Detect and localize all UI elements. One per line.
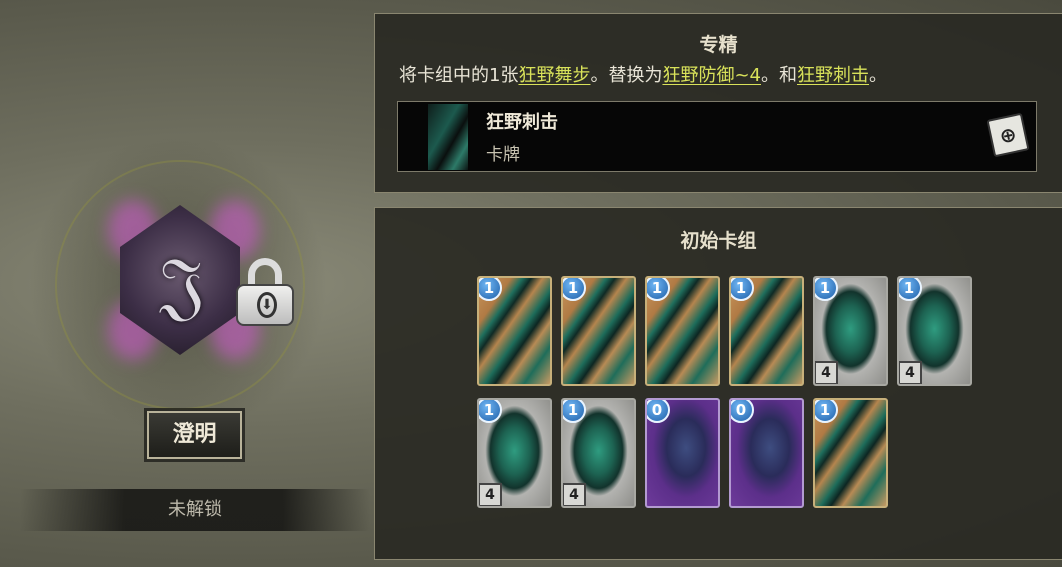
card-cost-badge: 1 — [815, 400, 838, 423]
mastery-title: 专精 — [699, 34, 738, 56]
card-cost-badge: 0 — [731, 400, 754, 423]
card-cost-badge: 1 — [647, 278, 670, 301]
reward-card-type: 卡牌 — [486, 145, 520, 165]
deck-card[interactable]: 14 — [897, 276, 972, 386]
deck-card[interactable]: 14 — [561, 398, 636, 508]
starting-deck-panel: 初始卡组 111114141414001 — [374, 207, 1062, 560]
deck-card[interactable]: 0 — [645, 398, 720, 508]
card-cost-badge: 1 — [479, 400, 502, 423]
deck-card[interactable]: 0 — [729, 398, 804, 508]
keyword-link[interactable]: 狂野舞步 — [518, 65, 590, 86]
deck-card[interactable]: 1 — [813, 398, 888, 508]
padlock-icon: ⬇ — [236, 258, 294, 326]
card-block-badge: 4 — [479, 483, 502, 506]
deck-card[interactable]: 14 — [813, 276, 888, 386]
deck-card[interactable]: 1 — [477, 276, 552, 386]
card-cost-badge: 0 — [647, 400, 670, 423]
mastery-panel: 专精 将卡组中的1张狂野舞步。替换为狂野防御~4。和狂野刺击。 狂野刺击 卡牌 … — [374, 13, 1062, 193]
deck-card[interactable]: 1 — [645, 276, 720, 386]
desc-text: 将卡组中的1张 — [399, 65, 519, 86]
deck-card[interactable]: 1 — [729, 276, 804, 386]
keyword-link[interactable]: 狂野防御~4 — [662, 65, 761, 86]
character-name: 澄明 — [147, 411, 242, 459]
deck-card[interactable]: 1 — [561, 276, 636, 386]
card-block-badge: 4 — [563, 483, 586, 506]
keyword-link[interactable]: 狂野刺击 — [797, 65, 869, 86]
card-thumbnail — [428, 104, 468, 170]
deck-title: 初始卡组 — [680, 230, 757, 252]
card-cost-badge: 1 — [815, 278, 838, 301]
deck-card[interactable]: 14 — [477, 398, 552, 508]
mastery-description: 将卡组中的1张狂野舞步。替换为狂野防御~4。和狂野刺击。 — [399, 61, 1062, 87]
reward-card-name: 狂野刺击 — [486, 112, 558, 133]
card-cost-badge: 1 — [899, 278, 922, 301]
card-cost-badge: 1 — [731, 278, 754, 301]
card-block-badge: 4 — [899, 361, 922, 384]
desc-text: 。和 — [761, 65, 797, 86]
card-block-badge: 4 — [815, 361, 838, 384]
character-pane: 𝔍 ⬇ 澄明 未解锁 — [0, 0, 372, 567]
emblem-glyph-icon: 𝔍 — [159, 242, 205, 328]
card-cost-badge: 1 — [563, 278, 586, 301]
desc-text: 。替换为 — [590, 65, 663, 86]
desc-text: 。 — [869, 65, 887, 86]
magnify-card-icon[interactable]: ⊕ — [986, 112, 1030, 158]
reward-card-row[interactable]: 狂野刺击 卡牌 ⊕ — [397, 101, 1037, 172]
card-cost-badge: 1 — [479, 278, 502, 301]
unlock-status: 未解锁 — [20, 489, 370, 531]
card-cost-badge: 1 — [563, 400, 586, 423]
